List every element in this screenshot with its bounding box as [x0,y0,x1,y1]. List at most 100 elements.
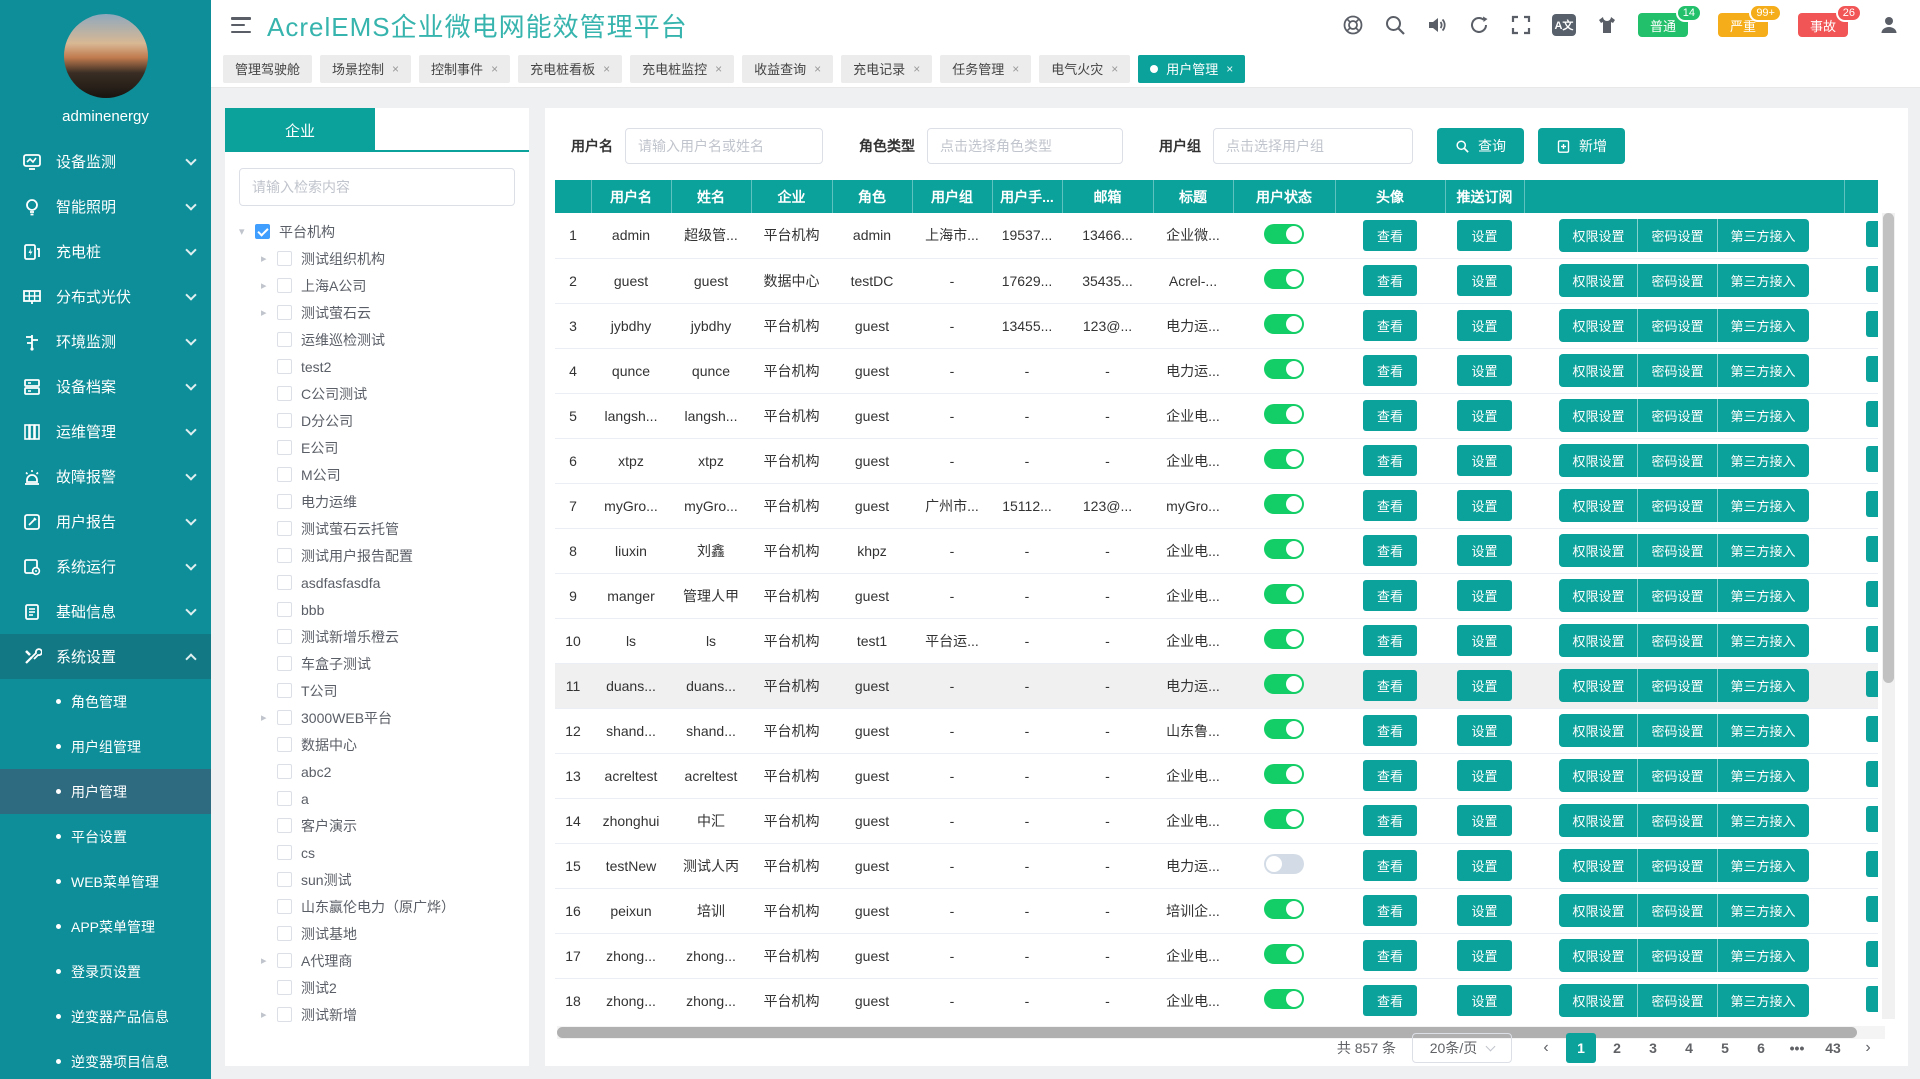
sidebar-subitem[interactable]: 登录页设置 [0,949,211,994]
push-settings-button[interactable]: 设置 [1457,670,1511,701]
tab-close-icon[interactable]: × [913,62,920,76]
avatar[interactable] [64,14,148,98]
status-toggle[interactable] [1264,224,1304,244]
checkbox-unchecked[interactable] [277,602,292,617]
tab[interactable]: 充电桩监控× [630,55,734,83]
sidebar-subitem[interactable]: 角色管理 [0,679,211,724]
third-party-access-button[interactable]: 第三方接入 [1718,309,1809,342]
status-toggle[interactable] [1264,764,1304,784]
page-ellipsis[interactable]: ••• [1782,1033,1812,1063]
sidebar-subitem[interactable]: APP菜单管理 [0,904,211,949]
search-button[interactable]: 查询 [1437,128,1524,164]
tree-node[interactable]: 车盒子测试 [225,650,529,677]
checkbox-unchecked[interactable] [277,305,292,320]
permission-settings-button[interactable]: 权限设置 [1559,489,1638,522]
push-settings-button[interactable]: 设置 [1457,580,1511,611]
view-avatar-button[interactable]: 查看 [1363,850,1417,881]
page-size-select[interactable]: 20条/页 [1412,1033,1512,1063]
permission-settings-button[interactable]: 权限设置 [1559,894,1638,927]
push-settings-button[interactable]: 设置 [1457,310,1511,341]
status-toggle[interactable] [1264,314,1304,334]
password-settings-button[interactable]: 密码设置 [1638,849,1717,882]
user-icon[interactable] [1878,14,1900,36]
tree-node[interactable]: ▸A代理商 [225,947,529,974]
status-toggle[interactable] [1264,674,1304,694]
tab-close-icon[interactable]: × [1111,62,1118,76]
password-settings-button[interactable]: 密码设置 [1638,264,1717,297]
tree-node[interactable]: 山东赢伦电力（原广烨） [225,893,529,920]
username-filter-input[interactable] [625,128,823,164]
third-party-access-button[interactable]: 第三方接入 [1718,444,1809,477]
view-avatar-button[interactable]: 查看 [1363,490,1417,521]
checkbox-unchecked[interactable] [277,683,292,698]
checkbox-unchecked[interactable] [277,251,292,266]
tab-close-icon[interactable]: × [1012,62,1019,76]
password-settings-button[interactable]: 密码设置 [1638,309,1717,342]
speaker-icon[interactable] [1426,14,1448,36]
password-settings-button[interactable]: 密码设置 [1638,984,1717,1017]
status-toggle[interactable] [1264,899,1304,919]
view-avatar-button[interactable]: 查看 [1363,625,1417,656]
sidebar-item-system-settings[interactable]: 系统设置 [0,634,211,679]
third-party-access-button[interactable]: 第三方接入 [1718,489,1809,522]
permission-settings-button[interactable]: 权限设置 [1559,534,1638,567]
checkbox-unchecked[interactable] [277,332,292,347]
add-button[interactable]: 新增 [1538,128,1625,164]
status-toggle[interactable] [1264,854,1304,874]
permission-settings-button[interactable]: 权限设置 [1559,399,1638,432]
password-settings-button[interactable]: 密码设置 [1638,534,1717,567]
alarm-badge-26[interactable]: 事故26 [1798,13,1848,37]
status-toggle[interactable] [1264,629,1304,649]
view-avatar-button[interactable]: 查看 [1363,985,1417,1016]
permission-settings-button[interactable]: 权限设置 [1559,444,1638,477]
tab-close-icon[interactable]: × [603,62,610,76]
checkbox-unchecked[interactable] [277,899,292,914]
checkbox-unchecked[interactable] [277,845,292,860]
view-avatar-button[interactable]: 查看 [1363,535,1417,566]
password-settings-button[interactable]: 密码设置 [1638,399,1717,432]
sidebar-item-ops-management[interactable]: 运维管理 [0,409,211,454]
refresh-icon[interactable] [1468,14,1490,36]
third-party-access-button[interactable]: 第三方接入 [1718,219,1809,252]
status-toggle[interactable] [1264,359,1304,379]
tree-node[interactable]: 运维巡检测试 [225,326,529,353]
tree-node[interactable]: ▸测试新增 [225,1001,529,1028]
tab-close-icon[interactable]: × [715,62,722,76]
push-settings-button[interactable]: 设置 [1457,895,1511,926]
tab[interactable]: 收益查询× [742,55,833,83]
checkbox-unchecked[interactable] [277,872,292,887]
sidebar-item-distributed-pv[interactable]: 分布式光伏 [0,274,211,319]
password-settings-button[interactable]: 密码设置 [1638,444,1717,477]
view-avatar-button[interactable]: 查看 [1363,445,1417,476]
translate-icon[interactable]: A文 [1552,14,1576,36]
status-toggle[interactable] [1264,719,1304,739]
tab-close-icon[interactable]: × [814,62,821,76]
sidebar-item-fault-alarm[interactable]: 故障报警 [0,454,211,499]
checkbox-unchecked[interactable] [277,926,292,941]
role-filter-input[interactable] [927,128,1123,164]
view-avatar-button[interactable]: 查看 [1363,805,1417,836]
checkbox-unchecked[interactable] [277,710,292,725]
push-settings-button[interactable]: 设置 [1457,985,1511,1016]
tree-node[interactable]: bbb [225,596,529,623]
sidebar-subitem[interactable]: 逆变器项目信息 [0,1039,211,1079]
tab[interactable]: 充电记录× [841,55,932,83]
checkbox-unchecked[interactable] [277,494,292,509]
alarm-badge-99+[interactable]: 严重99+ [1718,13,1768,37]
tab-enterprise[interactable]: 企业 [225,108,375,152]
push-settings-button[interactable]: 设置 [1457,760,1511,791]
status-toggle[interactable] [1264,944,1304,964]
third-party-access-button[interactable]: 第三方接入 [1718,894,1809,927]
status-toggle[interactable] [1264,494,1304,514]
checkbox-unchecked[interactable] [277,629,292,644]
view-avatar-button[interactable]: 查看 [1363,670,1417,701]
push-settings-button[interactable]: 设置 [1457,445,1511,476]
tab[interactable]: 管理驾驶舱 [223,55,312,83]
page-number-2[interactable]: 2 [1602,1033,1632,1063]
checkbox-unchecked[interactable] [277,548,292,563]
caret-right-icon[interactable]: ▸ [261,306,277,319]
password-settings-button[interactable]: 密码设置 [1638,669,1717,702]
third-party-access-button[interactable]: 第三方接入 [1718,714,1809,747]
tree-node[interactable]: asdfasfasdfa [225,569,529,596]
sidebar-subitem[interactable]: 用户组管理 [0,724,211,769]
